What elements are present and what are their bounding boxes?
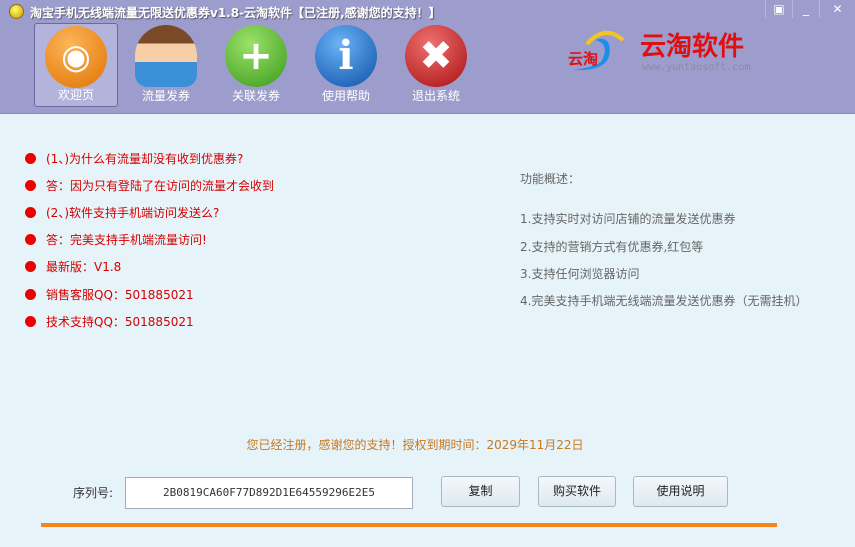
tab-label: 欢迎页 [57,88,94,102]
faq-text: 答：因为只有登陆了在访问的流量才会收到 [46,179,275,193]
feature-item: 1.支持实时对访问店铺的流量发送优惠券 [520,212,736,226]
features-title: 功能概述： [520,172,581,186]
tab-label: 流量发券 [141,89,190,103]
faq-text: (1、)为什么有流量却没有收到优惠券? [46,152,244,166]
copy-button[interactable]: 复制 [441,476,520,507]
user-icon [135,25,197,87]
faq-item: (2、)软件支持手机端访问发送么? [25,204,219,221]
app-icon [9,4,24,19]
registration-status: 您已经注册，感谢您的支持！授权到期时间：2029年11月22日 [246,438,584,452]
feature-item: 3.支持任何浏览器访问 [520,267,640,281]
divider [41,523,777,527]
close-icon: ✖ [405,25,467,87]
serial-input[interactable]: 2B0819CA60F77D892D1E64559296E2E5 [125,477,413,509]
tab-help[interactable]: i 使用帮助 [304,23,388,107]
close-window-button[interactable]: ✕ [819,0,855,18]
plus-icon: + [225,25,287,87]
faq-text: 销售客服QQ：501885021 [46,288,194,302]
minimize-button[interactable]: _ [792,0,819,18]
tab-label: 退出系统 [411,89,460,103]
bullet-icon [25,261,36,272]
logo-name: 云淘软件 [640,32,745,62]
restore-button[interactable]: ▣ [765,0,792,18]
faq-text: 最新版：V1.8 [46,260,122,274]
rss-icon: ◉ [45,26,107,88]
tab-exit[interactable]: ✖ 退出系统 [394,23,478,107]
bullet-icon [25,234,36,245]
manual-button[interactable]: 使用说明 [633,476,728,507]
bullet-icon [25,180,36,191]
logo-url: www.yuntaosoft.com [642,62,751,73]
faq-item: 最新版：V1.8 [25,258,121,275]
info-icon: i [315,25,377,87]
tab-label: 关联发券 [231,89,280,103]
tab-linked-coupon[interactable]: + 关联发券 [214,23,298,107]
bullet-icon [25,207,36,218]
faq-text: 答：完美支持手机端流量访问! [46,233,207,247]
tab-welcome[interactable]: ◉ 欢迎页 [34,23,118,107]
faq-item: 答：因为只有登陆了在访问的流量才会收到 [25,177,274,194]
faq-item: 技术支持QQ：501885021 [25,313,194,330]
bullet-icon [25,316,36,327]
bullet-icon [25,289,36,300]
logo-mark: 云淘 [568,50,599,68]
window-title: 淘宝手机无线端流量无限送优惠券v1.8-云淘软件【已注册,感谢您的支持！】 [30,6,441,20]
tab-traffic-coupon[interactable]: 流量发券 [124,23,208,107]
header: 淘宝手机无线端流量无限送优惠券v1.8-云淘软件【已注册,感谢您的支持！】 ▣ … [0,0,855,114]
faq-text: 技术支持QQ：501885021 [46,315,194,329]
tab-label: 使用帮助 [321,89,370,103]
serial-label: 序列号: [73,486,114,500]
faq-text: (2、)软件支持手机端访问发送么? [46,206,220,220]
feature-item: 4.完美支持手机端无线端流量发送优惠券（无需挂机） [520,294,808,308]
logo: 云淘 云淘软件 www.yuntaosoft.com [565,22,775,82]
faq-item: (1、)为什么有流量却没有收到优惠券? [25,150,243,167]
feature-item: 2.支持的营销方式有优惠券,红包等 [520,240,704,254]
faq-item: 销售客服QQ：501885021 [25,286,194,303]
bullet-icon [25,153,36,164]
faq-item: 答：完美支持手机端流量访问! [25,231,207,248]
buy-software-button[interactable]: 购买软件 [538,476,616,507]
